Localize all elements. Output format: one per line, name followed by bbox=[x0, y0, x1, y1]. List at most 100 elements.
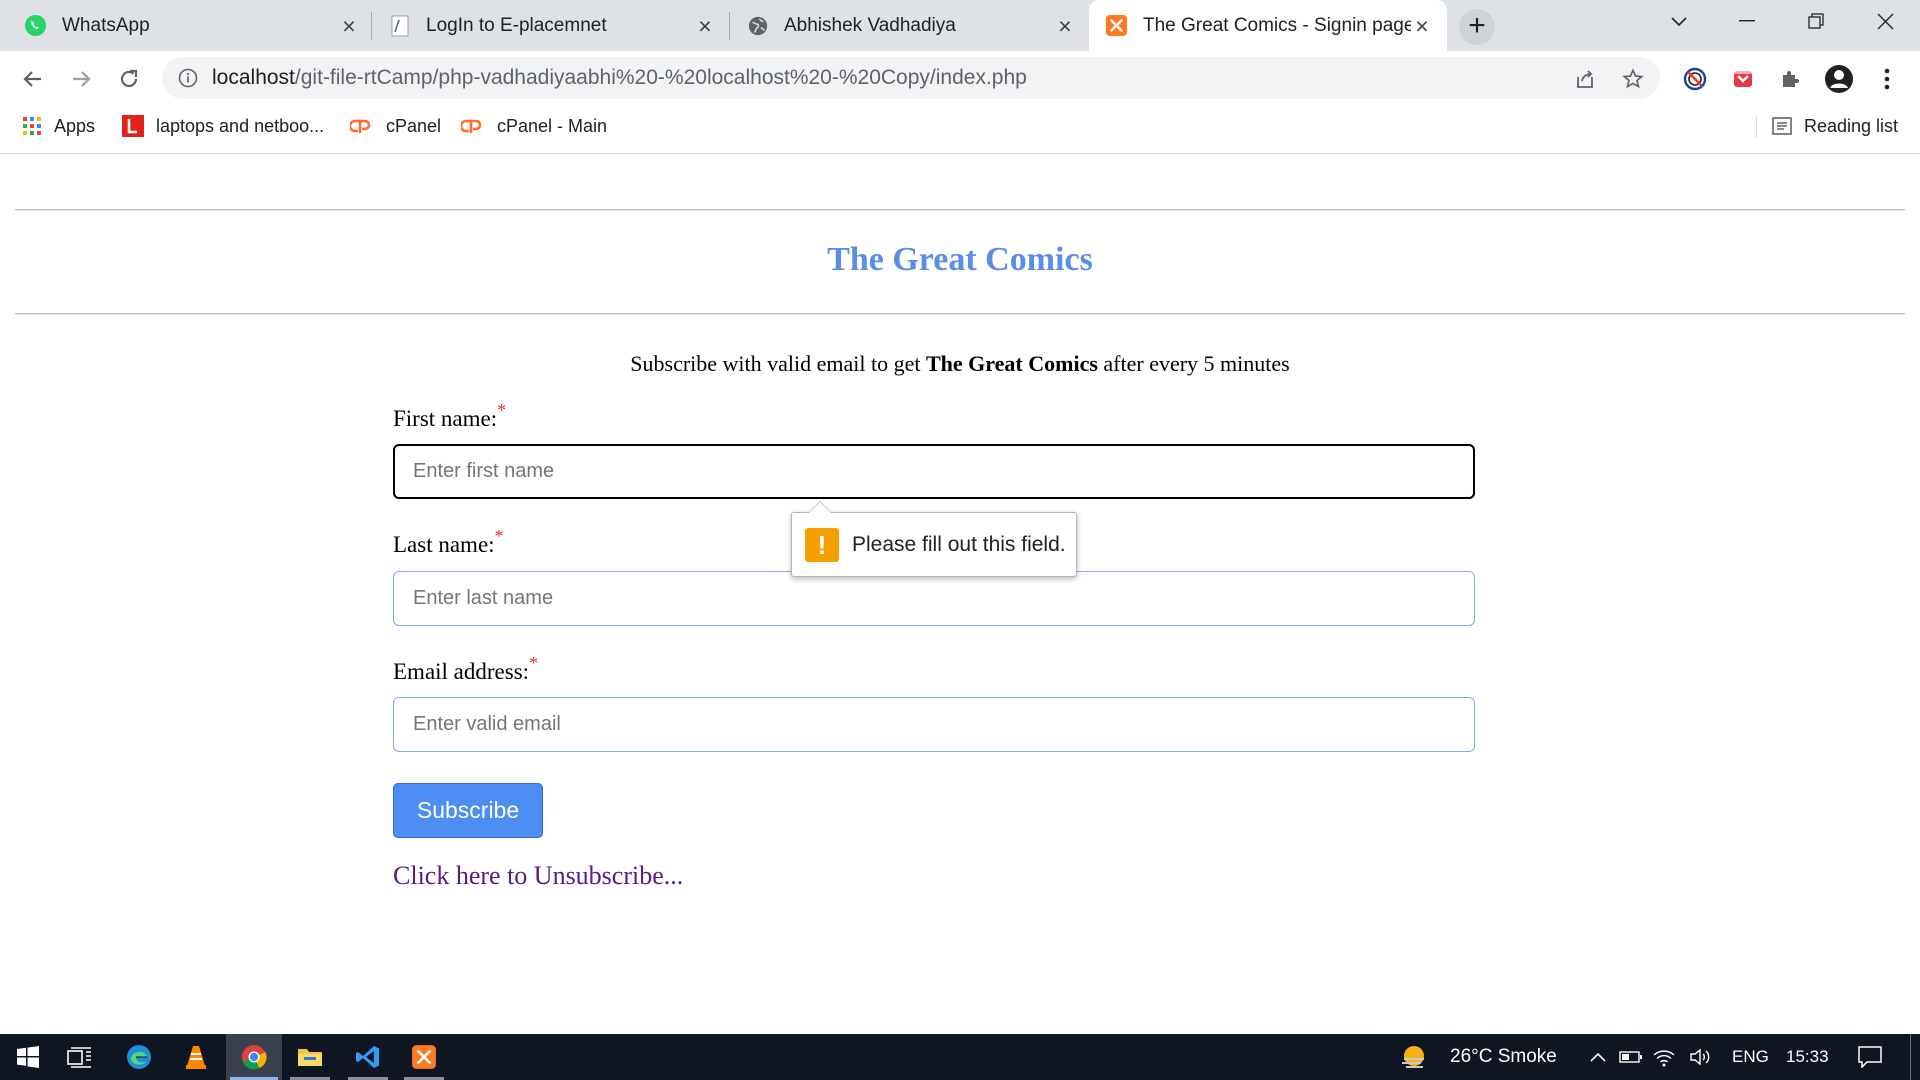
network-status[interactable] bbox=[1649, 1034, 1679, 1080]
browser-toolbar: localhost/git-file-rtCamp/php-vadhadiyaa… bbox=[0, 51, 1920, 106]
tab-strip: WhatsApp × LogIn to E-placemnet × Abhish… bbox=[0, 0, 1920, 51]
bookmarks-bar: Apps laptops and netboo... cPanel cPanel… bbox=[0, 106, 1920, 154]
profile-avatar[interactable] bbox=[1824, 64, 1854, 94]
bookmark-apps[interactable]: Apps bbox=[22, 106, 95, 146]
chrome-app[interactable] bbox=[226, 1034, 282, 1080]
close-icon[interactable]: × bbox=[694, 14, 716, 37]
email-input[interactable]: Enter valid email bbox=[393, 697, 1475, 752]
reading-list-icon bbox=[1772, 116, 1792, 136]
back-arrow-icon bbox=[23, 71, 41, 87]
minimize-icon bbox=[1739, 20, 1755, 22]
chevron-up-icon bbox=[1590, 1052, 1606, 1062]
xampp-icon bbox=[1105, 14, 1128, 37]
blocker-extension-icon[interactable] bbox=[1680, 64, 1710, 94]
edge-app[interactable] bbox=[111, 1034, 167, 1080]
vscode-icon bbox=[356, 1046, 379, 1068]
last-name-input[interactable]: Enter last name bbox=[393, 571, 1475, 626]
minimize-button[interactable] bbox=[1718, 0, 1776, 42]
whatsapp-icon bbox=[24, 14, 47, 37]
tab-great-comics[interactable]: The Great Comics - Signin page × bbox=[1089, 0, 1447, 51]
xampp-app[interactable] bbox=[396, 1034, 452, 1080]
last-name-label: Last name:* bbox=[393, 526, 504, 557]
url-text: localhost/git-file-rtCamp/php-vadhadiyaa… bbox=[212, 66, 1027, 89]
subscribe-button[interactable]: Subscribe bbox=[393, 783, 543, 838]
tab-title: LogIn to E-placemnet bbox=[426, 14, 607, 36]
back-button[interactable] bbox=[18, 64, 48, 94]
unsubscribe-link[interactable]: Click here to Unsubscribe... bbox=[393, 861, 683, 891]
show-desktop-button[interactable] bbox=[1910, 1034, 1911, 1080]
vlc-app[interactable] bbox=[168, 1034, 224, 1080]
tab-divider bbox=[371, 12, 372, 40]
reload-icon bbox=[120, 69, 138, 88]
restore-button[interactable] bbox=[1787, 0, 1845, 42]
wifi-icon bbox=[1653, 1050, 1675, 1067]
weather-haze-icon bbox=[1402, 1046, 1424, 1068]
tab-title: WhatsApp bbox=[62, 14, 150, 36]
apps-grid-icon bbox=[22, 116, 42, 136]
close-icon[interactable]: × bbox=[1054, 14, 1076, 37]
share-icon[interactable] bbox=[1572, 66, 1598, 92]
first-name-input[interactable]: Enter first name bbox=[393, 444, 1475, 499]
close-icon[interactable]: × bbox=[338, 14, 360, 37]
extensions-puzzle-icon[interactable] bbox=[1776, 64, 1806, 94]
bookmark-divider bbox=[1756, 116, 1757, 138]
globe-icon bbox=[746, 14, 769, 37]
edge-icon bbox=[127, 1045, 151, 1069]
bookmark-star-icon[interactable] bbox=[1620, 66, 1646, 92]
close-icon bbox=[1877, 13, 1893, 29]
reading-list-button[interactable]: Reading list bbox=[1772, 106, 1898, 146]
page-title: The Great Comics bbox=[827, 241, 1093, 278]
page-content: The Great Comics Subscribe with valid em… bbox=[0, 154, 1920, 1034]
restore-icon bbox=[1808, 13, 1824, 29]
kebab-menu-icon bbox=[1884, 68, 1890, 90]
battery-status[interactable] bbox=[1616, 1034, 1646, 1080]
top-divider bbox=[15, 209, 1905, 211]
weather-widget[interactable] bbox=[1392, 1034, 1436, 1080]
battery-icon bbox=[1619, 1051, 1642, 1063]
cpanel-icon bbox=[350, 117, 374, 135]
account-icon bbox=[1825, 65, 1853, 93]
show-hidden-icons[interactable] bbox=[1583, 1034, 1613, 1080]
tab-title: The Great Comics - Signin page bbox=[1143, 14, 1411, 36]
close-window-button[interactable] bbox=[1856, 0, 1914, 42]
chevron-down-icon bbox=[1671, 17, 1687, 27]
language-indicator[interactable]: ENG bbox=[1732, 1034, 1769, 1080]
notification-icon bbox=[1858, 1046, 1882, 1068]
lenovo-icon bbox=[122, 115, 144, 137]
weather-text[interactable]: 26°C Smoke bbox=[1450, 1034, 1557, 1080]
reload-button[interactable] bbox=[114, 64, 144, 94]
close-icon[interactable]: × bbox=[1411, 14, 1433, 37]
address-bar[interactable]: localhost/git-file-rtCamp/php-vadhadiyaa… bbox=[162, 57, 1660, 99]
forward-button[interactable] bbox=[66, 64, 96, 94]
bookmark-cpanel-main[interactable]: cPanel - Main bbox=[461, 106, 607, 146]
warning-icon: ! bbox=[805, 528, 839, 562]
bookmark-laptops[interactable]: laptops and netboo... bbox=[122, 106, 324, 146]
new-tab-button[interactable]: + bbox=[1459, 9, 1495, 45]
volume-control[interactable] bbox=[1686, 1034, 1716, 1080]
tab-eplacement[interactable]: LogIn to E-placemnet × bbox=[388, 0, 716, 51]
folder-icon bbox=[298, 1049, 322, 1066]
required-marker: * bbox=[529, 653, 539, 673]
file-explorer-app[interactable] bbox=[282, 1034, 338, 1080]
intro-text: Subscribe with valid email to get The Gr… bbox=[630, 351, 1290, 376]
tab-search-button[interactable] bbox=[1650, 0, 1708, 42]
task-view-button[interactable] bbox=[52, 1034, 108, 1080]
speaker-icon bbox=[1690, 1048, 1710, 1066]
page-icon bbox=[388, 14, 411, 37]
site-info-icon[interactable] bbox=[178, 68, 198, 93]
browser-menu-button[interactable] bbox=[1872, 64, 1902, 94]
pocket-extension-icon[interactable] bbox=[1728, 64, 1758, 94]
vlc-icon bbox=[186, 1046, 206, 1069]
required-marker: * bbox=[494, 526, 504, 546]
validation-message: Please fill out this field. bbox=[852, 533, 1066, 556]
tab-divider bbox=[729, 12, 730, 40]
tab-abhishek[interactable]: Abhishek Vadhadiya × bbox=[746, 0, 1076, 51]
start-button[interactable] bbox=[0, 1034, 56, 1080]
tab-whatsapp[interactable]: WhatsApp × bbox=[24, 0, 360, 51]
chrome-icon bbox=[242, 1045, 267, 1070]
forward-arrow-icon bbox=[73, 71, 91, 87]
notifications-button[interactable] bbox=[1843, 1034, 1897, 1080]
bookmark-cpanel[interactable]: cPanel bbox=[350, 106, 441, 146]
vscode-app[interactable] bbox=[340, 1034, 396, 1080]
clock[interactable]: 15:33 bbox=[1786, 1034, 1829, 1080]
